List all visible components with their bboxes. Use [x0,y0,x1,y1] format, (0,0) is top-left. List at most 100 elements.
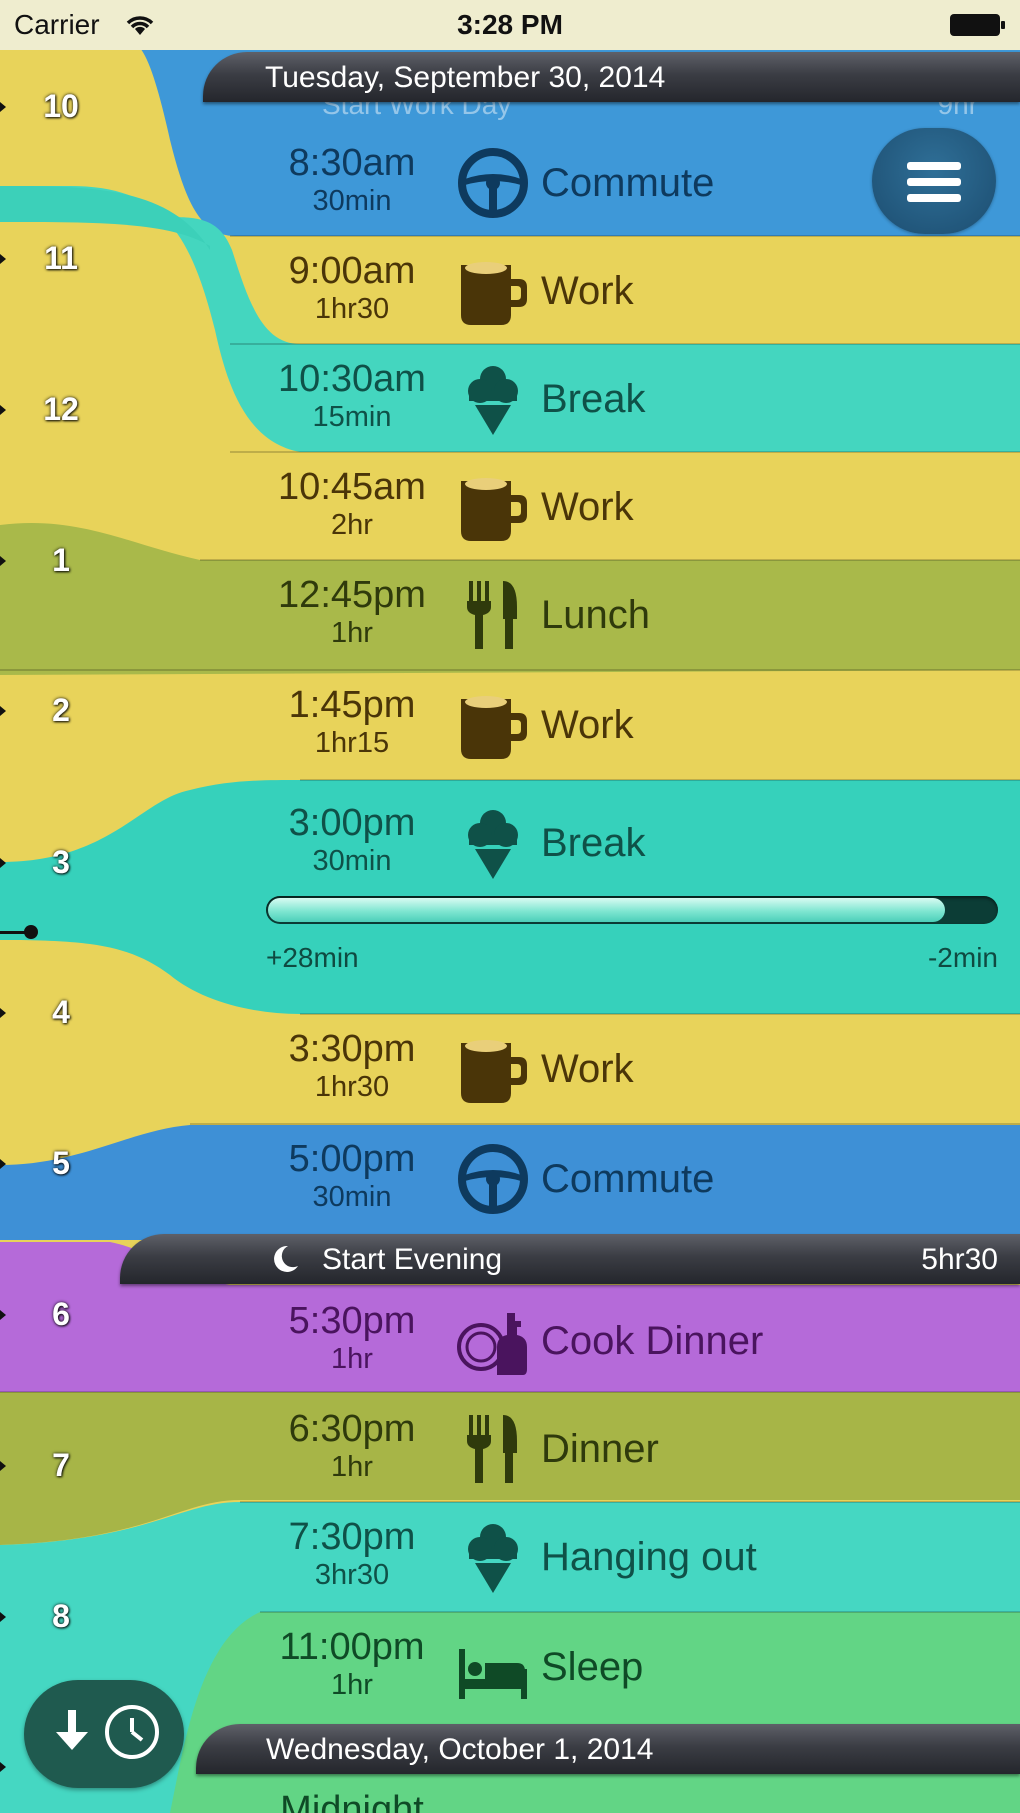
schedule-app: Carrier 3:28 PM Tuesday, September 30, 2… [0,0,1020,1813]
activity-duration: 15min [312,401,392,433]
hour-tick [0,405,6,415]
activity-start-time: 5:00pm [288,1138,416,1180]
activity-progress-bar[interactable] [266,896,998,924]
activity-row[interactable]: 6:30pm 1hr Dinner [0,1394,1020,1502]
hour-tick [0,254,6,264]
activity-name: Break [541,377,646,421]
hour-tick [0,1008,6,1018]
evening-header-label: Start Evening [322,1243,503,1276]
activity-duration: 30min [312,845,392,877]
hour-tick [0,1461,6,1471]
hour-tick [0,102,6,112]
arrow-down-icon [54,1708,90,1757]
jump-to-now-button[interactable] [24,1680,184,1788]
menu-button[interactable] [872,128,996,234]
hamburger-icon-bar [907,178,961,186]
activity-start-time: 6:30pm [288,1408,416,1450]
activity-row[interactable]: 8:30am 30min Commute [0,128,1020,236]
activity-duration: 1hr15 [314,727,390,759]
activity-row[interactable]: 5:00pm 30min Commute [0,1124,1020,1232]
activity-duration: 3hr30 [314,1559,390,1591]
activity-row[interactable]: 7:30pm 3hr30 Hanging out [0,1502,1020,1610]
fork-knife-icon [455,577,531,653]
activity-row[interactable]: 5:30pm 1hr Cook Dinner [0,1286,1020,1394]
clock-icon [102,1702,162,1767]
activity-start-time: Midnight [280,1789,424,1813]
activity-row[interactable]: 10:45am 2hr Work [0,452,1020,560]
activity-name: Hanging out [541,1535,757,1579]
activity-name: Work [541,703,634,747]
hour-label: 1 [52,542,70,578]
steering-wheel-icon [455,1141,531,1217]
activity-start-time: 5:30pm [288,1300,416,1342]
ice-cream-icon [455,805,531,881]
hour-label: 8 [52,1598,70,1634]
activity-start-time: 10:45am [278,466,426,508]
day-header: Tuesday, September 30, 2014 [203,52,1020,102]
hour-tick [0,1612,6,1622]
activity-duration: 1hr [331,1669,373,1701]
fork-knife-icon [455,1411,531,1487]
dishes-icon [455,1303,531,1379]
steering-wheel-icon [455,145,531,221]
activity-name: Sleep [541,1645,644,1689]
activity-name: Dinner [541,1427,659,1471]
mug-icon [455,253,531,329]
activity-duration: 2hr [331,509,373,541]
hour-label: 4 [52,994,70,1030]
day-header: Wednesday, October 1, 2014 [196,1724,1020,1774]
bed-icon [455,1629,531,1705]
activity-start-time: 3:30pm [288,1028,416,1070]
activity-name: Cook Dinner [541,1319,764,1363]
activity-name: Lunch [541,593,650,637]
hour-label: 2 [52,692,70,728]
activity-duration: 1hr30 [314,1071,390,1103]
activity-row[interactable]: 10:30am 15min Break [0,344,1020,452]
activity-start-time: 7:30pm [288,1516,416,1558]
activity-start-time: 10:30am [278,358,426,400]
ice-cream-icon [455,361,531,437]
current-time-marker [0,925,38,939]
activity-duration: 30min [312,185,392,217]
hour-label: 3 [52,844,70,880]
mug-icon [455,1031,531,1107]
activity-row[interactable]: 9:00am 1hr30 Work [0,236,1020,344]
hamburger-icon-bar [907,194,961,202]
status-bar: Carrier 3:28 PM [0,0,1020,50]
moon-icon [270,1244,300,1282]
hour-label: 6 [52,1296,70,1332]
activity-row[interactable]: 3:30pm 1hr30 Work [0,1014,1020,1122]
activity-start-time: 1:45pm [288,684,416,726]
hour-tick [0,858,6,868]
activity-row[interactable]: 1:45pm 1hr15 Work [0,670,1020,778]
activity-row[interactable]: 12:45pm 1hr Lunch [0,560,1020,668]
day-header-label: Wednesday, October 1, 2014 [266,1733,654,1766]
ice-cream-icon [455,1519,531,1595]
hour-label: 12 [43,391,79,427]
activity-duration: 1hr [331,1451,373,1483]
battery-icon [950,12,1006,36]
hour-tick [0,1310,6,1320]
hamburger-icon [907,162,961,170]
elapsed-time: +28min [266,942,359,973]
hour-label: 7 [52,1447,70,1483]
activity-name: Break [541,821,646,865]
activity-duration: 1hr [331,617,373,649]
hour-tick [0,706,6,716]
activity-progress-fill [268,898,946,922]
hour-label: 11 [44,240,78,276]
activity-name: Work [541,1047,634,1091]
activity-start-time: 12:45pm [278,574,426,616]
activity-name: Work [541,485,634,529]
activity-name: Commute [541,1157,715,1201]
activity-duration: 1hr30 [314,293,390,325]
hour-label: 5 [52,1145,70,1181]
current-activity-row[interactable]: 3:00pm 30min Break [0,788,1020,896]
mug-icon [455,687,531,763]
hour-tick [0,556,6,566]
activity-duration: 1hr [331,1343,373,1375]
activity-start-time: 3:00pm [288,802,416,844]
evening-header[interactable]: Start Evening 5hr30 [120,1234,1020,1284]
activity-name: Commute [541,161,715,205]
hour-tick [0,1762,6,1772]
